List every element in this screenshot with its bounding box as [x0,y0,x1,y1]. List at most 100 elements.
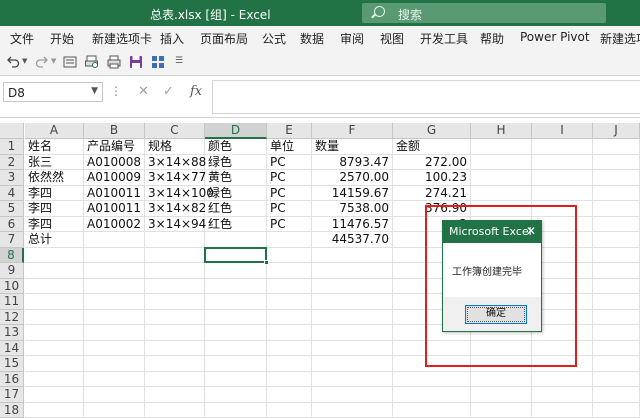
ribbon-tab[interactable]: 页面布局 [200,30,248,47]
row-header[interactable]: 9 [0,263,24,279]
grid-cell[interactable] [145,402,205,418]
grid-cell[interactable] [25,387,84,403]
grid-cell[interactable] [532,371,593,387]
grid-cell[interactable] [593,340,640,356]
grid-cell[interactable] [25,263,84,279]
grid-cell[interactable] [205,387,267,403]
ribbon-tab[interactable]: 新建选项卡 [92,30,152,47]
grid-cell[interactable] [84,247,145,263]
grid-cell[interactable] [593,154,640,170]
grid-cell[interactable]: 姓名 [25,139,84,155]
row-header[interactable]: 6 [0,216,24,232]
grid-cell[interactable]: 数量 [312,139,393,155]
grid-cell[interactable]: 3×14×88 [145,154,206,170]
grid-cell[interactable] [84,356,145,372]
grid-cell[interactable] [532,402,593,418]
cancel-icon[interactable]: ✕ [138,84,149,99]
column-header[interactable]: D [205,123,267,139]
grid-cell[interactable]: 7538.00 [312,201,393,217]
grid-cell[interactable] [145,371,205,387]
grid-cell[interactable] [267,325,312,341]
ribbon-tab[interactable]: 帮助 [480,30,504,47]
grid-cell[interactable] [25,371,84,387]
grid-cell[interactable] [593,263,640,279]
grid-cell[interactable] [205,402,267,418]
grid-cell[interactable] [205,325,267,341]
grid-cell[interactable] [593,139,640,155]
row-header[interactable]: 15 [0,356,24,372]
form-icon[interactable] [62,54,78,70]
grid-cell[interactable] [25,247,84,263]
grid-cell[interactable] [267,247,312,263]
column-header[interactable]: H [471,123,532,139]
enter-icon[interactable]: ✓ [163,84,174,99]
name-box-dropdown-icon[interactable]: ▼ [91,86,98,96]
row-header[interactable]: 17 [0,387,24,403]
column-header[interactable]: E [267,123,312,139]
fill-handle[interactable] [264,260,269,265]
grid-cell[interactable] [267,309,312,325]
grid-cell[interactable] [205,309,267,325]
grid-cell[interactable] [145,309,205,325]
row-header[interactable]: 5 [0,201,24,217]
grid-cell[interactable] [532,387,593,403]
grid-cell[interactable]: 张三 [25,154,84,170]
ok-button[interactable]: 确定 [465,305,527,324]
grid-cell[interactable]: A010002 [84,216,145,232]
grid-cell[interactable] [145,247,205,263]
grid-cell[interactable] [84,263,145,279]
grid-cell[interactable] [145,387,205,403]
grid-cell[interactable] [593,387,640,403]
grid-cell[interactable] [312,247,393,263]
ribbon-tab[interactable]: 视图 [380,30,404,47]
row-header[interactable]: 16 [0,371,24,387]
grid-cell[interactable] [593,294,640,310]
row-header[interactable]: 2 [0,154,24,170]
grid-cell[interactable] [84,387,145,403]
ribbon-tab[interactable]: 数据 [300,30,324,47]
undo-dropdown-icon[interactable]: ▼ [22,57,27,65]
grid-cell[interactable]: PC [267,185,312,201]
grid-cell[interactable] [145,278,205,294]
grid-cell[interactable] [593,278,640,294]
grid-cell[interactable] [84,325,145,341]
grid-cell[interactable] [312,294,393,310]
grid-cell[interactable] [267,278,312,294]
ribbon-tab[interactable]: 新建选项 [600,30,640,47]
grid-cell[interactable]: A010011 [84,201,145,217]
grid-cell[interactable] [84,309,145,325]
grid-cell[interactable]: 规格 [145,139,205,155]
grid-cell[interactable] [25,325,84,341]
grid-cell[interactable] [205,356,267,372]
ribbon-tab[interactable]: 公式 [262,30,286,47]
grid-cell[interactable] [312,309,393,325]
grid-cell[interactable] [84,402,145,418]
grid-cell[interactable] [205,371,267,387]
ribbon-tab[interactable]: 开发工具 [420,30,468,47]
row-header[interactable]: 11 [0,294,24,310]
grid-cell[interactable] [25,309,84,325]
grid-cell[interactable]: 272.00 [393,154,471,170]
search-box[interactable]: 搜索 [362,3,606,23]
grid-cell[interactable] [532,170,593,186]
grid-cell[interactable]: 黄色 [205,170,267,186]
ribbon-tab[interactable]: 审阅 [340,30,364,47]
grid-cell[interactable]: 100.23 [393,170,471,186]
grid-cell[interactable]: 产品编号 [84,139,145,155]
grid-cell[interactable] [267,356,312,372]
grid-cell[interactable]: 8793.47 [312,154,393,170]
grid-cell[interactable]: 2570.00 [312,170,393,186]
grid-cell[interactable] [471,154,532,170]
grid-cell[interactable]: 11476.57 [312,216,393,232]
grid-cell[interactable] [205,263,267,279]
grid-cell[interactable] [84,371,145,387]
close-icon[interactable]: ✕ [526,224,536,238]
grid-cell[interactable] [312,340,393,356]
grid-cell[interactable]: 李四 [25,185,84,201]
grid-cell[interactable] [593,201,640,217]
row-header[interactable]: 4 [0,185,24,201]
grid-cell[interactable] [532,185,593,201]
save-icon[interactable] [128,54,144,70]
grid-cell[interactable]: 14159.67 [312,185,393,201]
grid-cell[interactable] [593,356,640,372]
